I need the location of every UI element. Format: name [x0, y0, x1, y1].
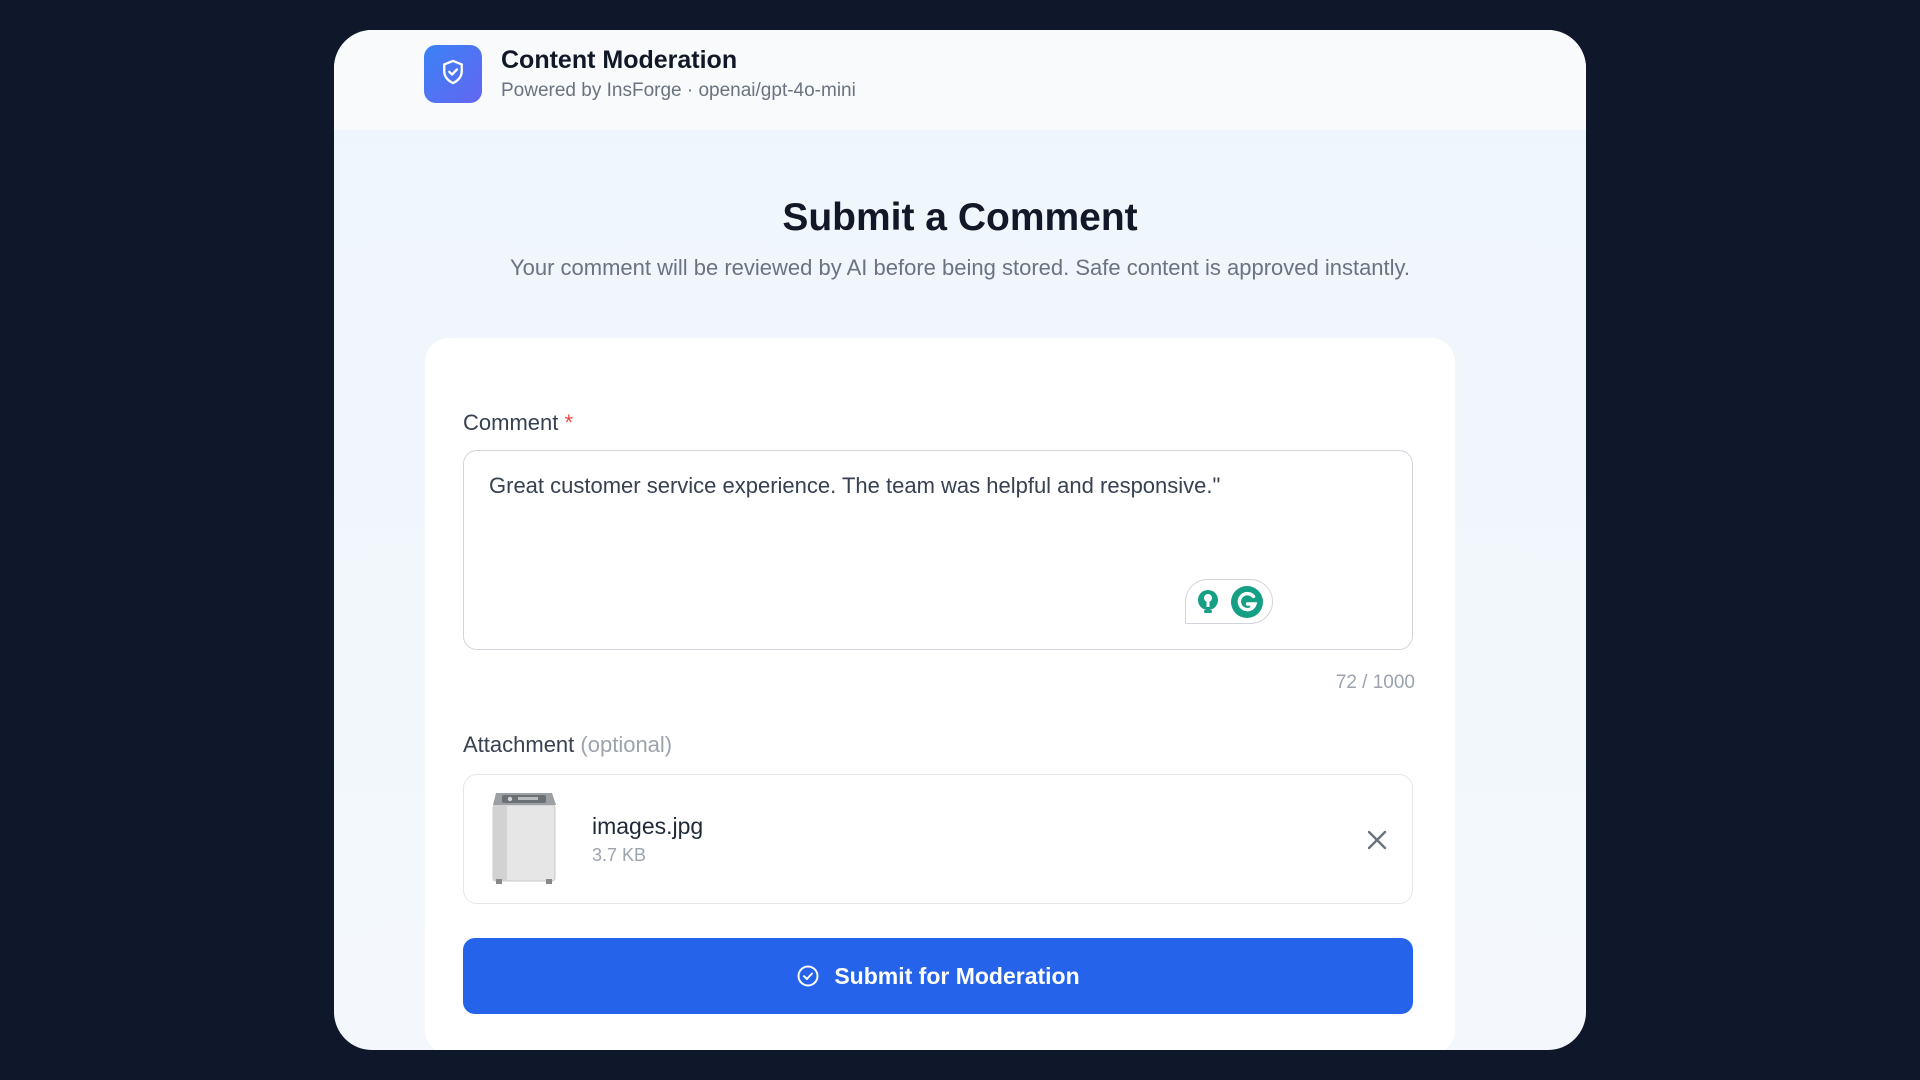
- remove-attachment-button[interactable]: [1364, 827, 1390, 853]
- required-marker: *: [564, 410, 574, 435]
- app-header: Content Moderation Powered by InsForge ·…: [334, 30, 1586, 130]
- attachment-label-text: Attachment: [463, 732, 575, 757]
- submit-button-label: Submit for Moderation: [834, 962, 1080, 989]
- comment-form-card: Comment * Great customer service experie…: [425, 338, 1455, 1050]
- page-title: Submit a Comment: [782, 196, 1138, 239]
- close-icon[interactable]: [1364, 830, 1390, 857]
- comment-textarea[interactable]: Great customer service experience. The t…: [463, 450, 1413, 650]
- attachment-file-size: 3.7 KB: [592, 845, 647, 865]
- app-window: Content Moderation Powered by InsForge ·…: [334, 30, 1586, 1050]
- character-counter: 72 / 1000: [1335, 672, 1415, 693]
- lightbulb-icon[interactable]: [1194, 588, 1222, 621]
- comment-label: Comment *: [463, 410, 573, 436]
- attachment-item: images.jpg 3.7 KB: [463, 774, 1413, 904]
- shield-check-icon: [439, 58, 467, 91]
- app-title: Content Moderation: [501, 46, 738, 74]
- optional-hint: (optional): [580, 732, 673, 757]
- attachment-file-name: images.jpg: [592, 813, 704, 839]
- grammarly-widget[interactable]: [1185, 579, 1273, 624]
- check-circle-icon: [796, 964, 820, 988]
- app-logo: [424, 45, 482, 103]
- comment-label-text: Comment: [463, 410, 559, 435]
- attachment-label: Attachment (optional): [463, 732, 672, 758]
- submit-for-moderation-button[interactable]: Submit for Moderation: [463, 938, 1413, 1014]
- grammarly-icon[interactable]: [1230, 585, 1264, 624]
- app-subtitle: Powered by InsForge · openai/gpt-4o-mini: [501, 80, 856, 101]
- page-description: Your comment will be reviewed by AI befo…: [509, 255, 1411, 280]
- washing-machine-thumbnail: [490, 791, 558, 885]
